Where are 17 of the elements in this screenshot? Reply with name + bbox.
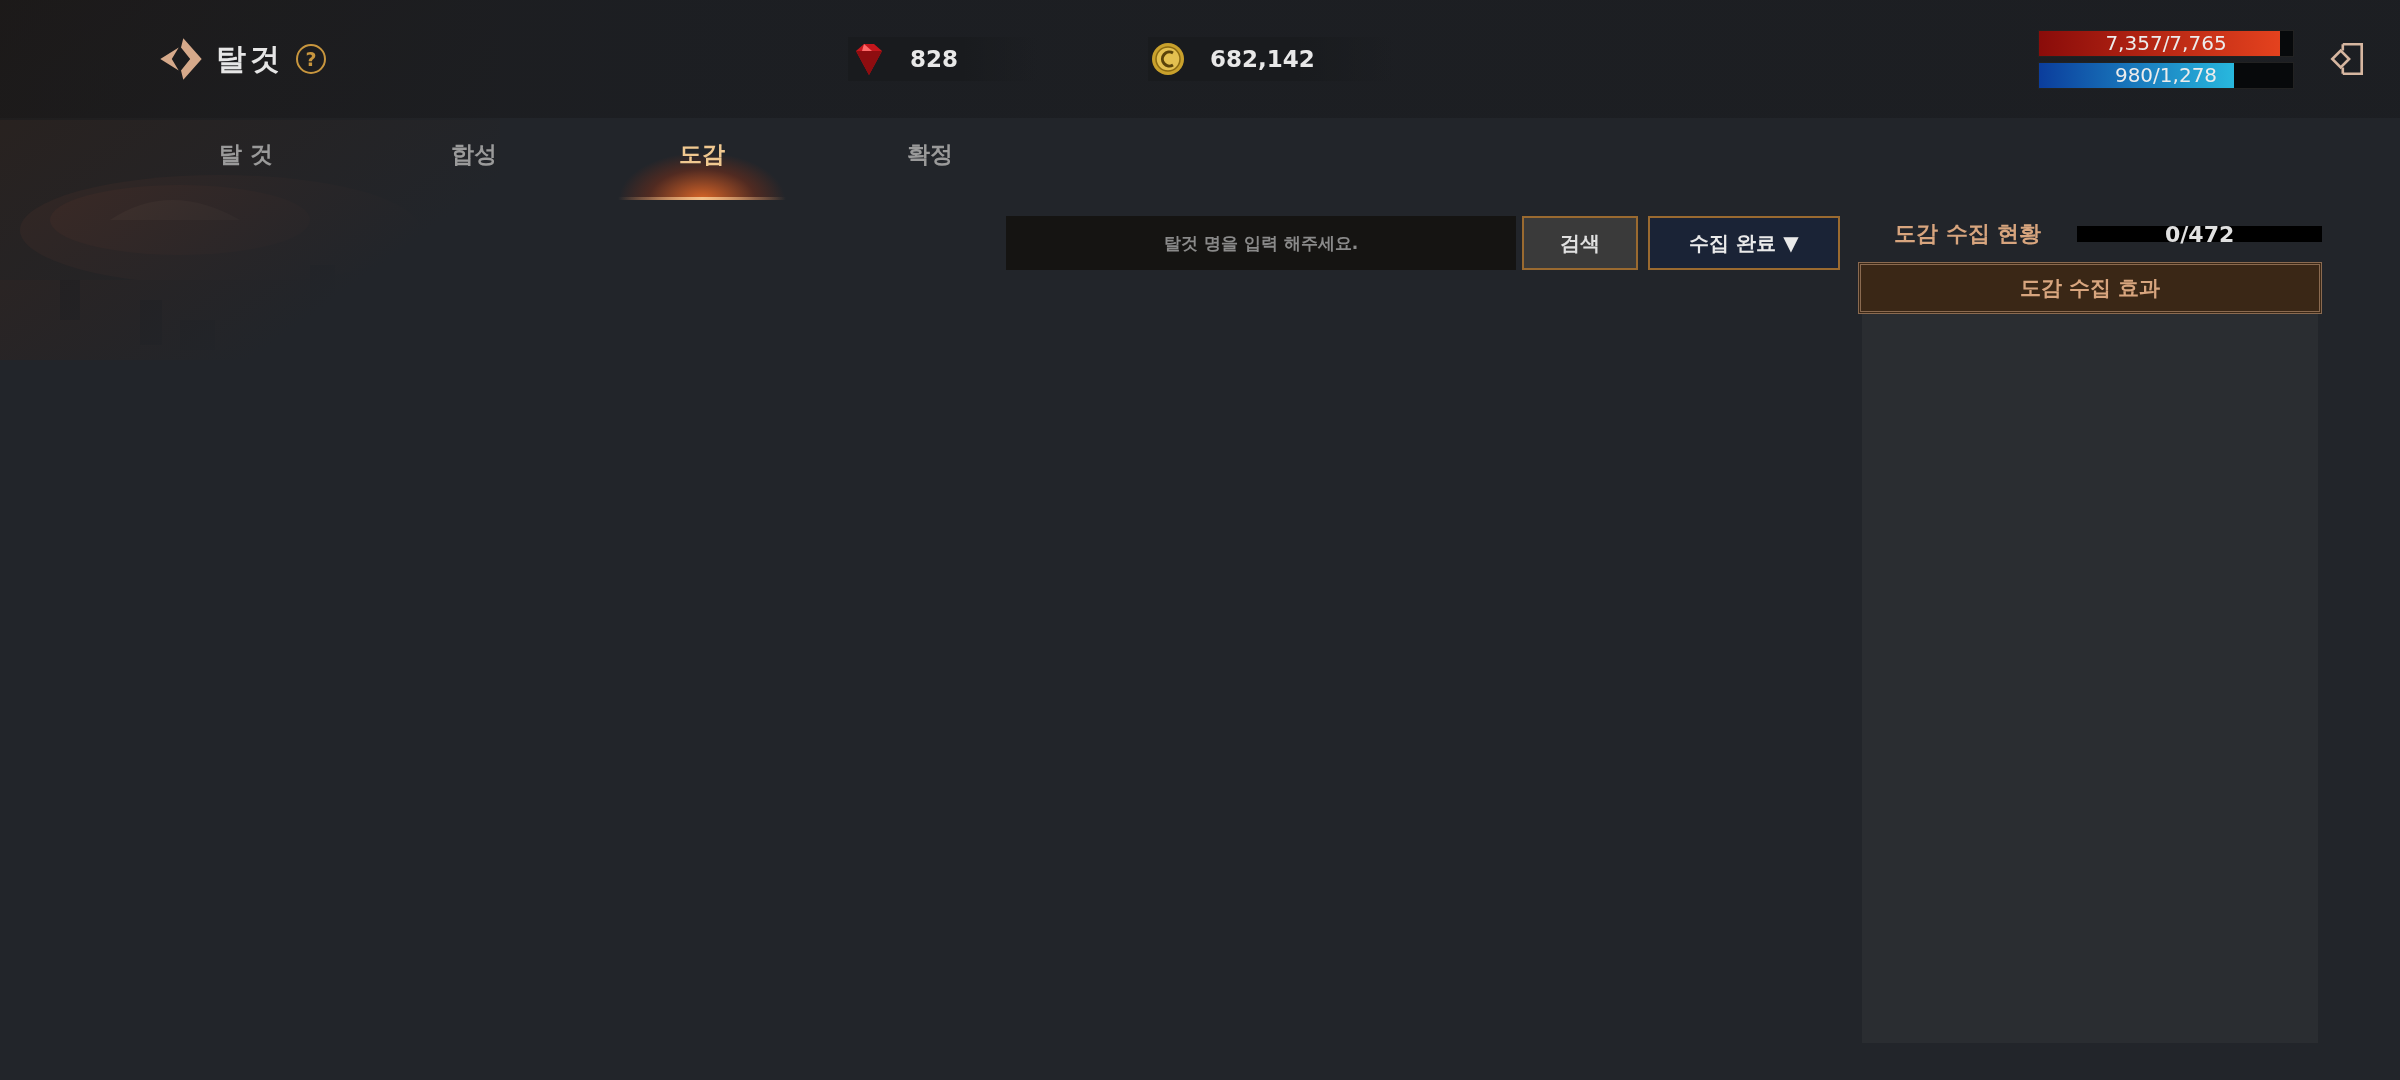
currency-amount: 828 [910,46,958,72]
tab[interactable]: 도감 [588,118,816,200]
tab[interactable]: 합성 [360,118,588,200]
collection-status-label: 도감 수집 현황 [1894,220,2042,248]
search-field[interactable]: 탈것 명을 입력 해주세요. [1006,216,1516,270]
help-button[interactable]: ? [296,44,326,74]
currency-amount: 682,142 [1210,46,1315,72]
progress-reading: 0/472 [2165,221,2235,247]
search-button[interactable]: 검색 [1522,216,1638,270]
filter-dropdown[interactable]: 수집 완료 ▼ [1648,216,1840,270]
page-title: 탈것 [216,39,284,78]
emblem-icon [158,36,204,82]
tab[interactable]: 탈 것 [132,118,360,200]
effects-header: 도감 수집 효과 [1858,262,2322,314]
bar-reading: 7,357/7,765 [2105,31,2227,55]
tab[interactable]: 확정 [816,118,1044,200]
bar-reading: 980/1,278 [2114,63,2218,87]
